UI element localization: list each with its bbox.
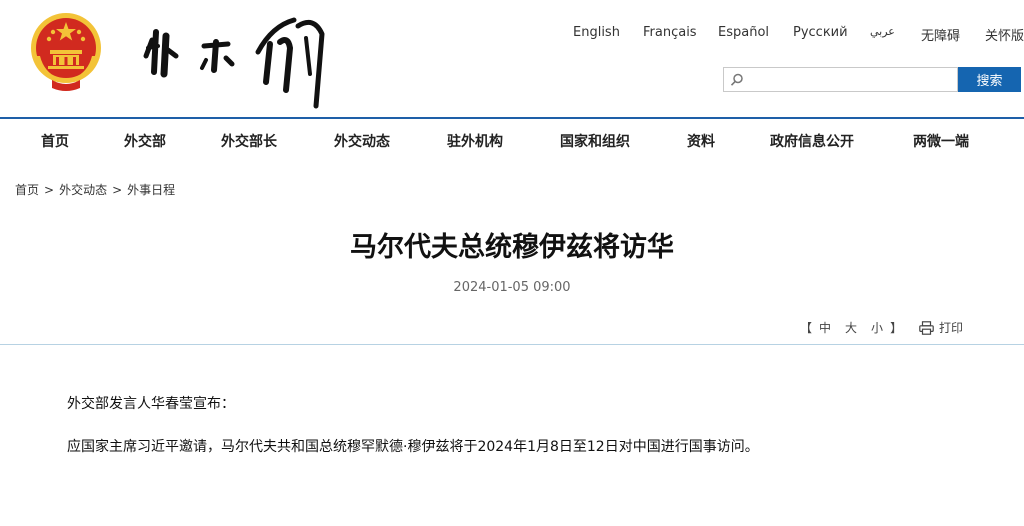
breadcrumb-diplomatic-news-link[interactable]: 外交动态 <box>59 183 107 197</box>
search-box <box>723 67 958 92</box>
elderly-care-mode-link[interactable]: 关怀版 <box>985 25 1024 44</box>
article-title: 马尔代夫总统穆伊兹将访华 <box>350 232 674 263</box>
font-size-large-button[interactable]: 大 <box>845 319 857 336</box>
font-size-medium-button[interactable]: 中 <box>819 319 831 336</box>
nav-item-social-media[interactable]: 两微一端 <box>913 131 969 151</box>
nav-item-resources[interactable]: 资料 <box>687 131 715 151</box>
search-button[interactable]: 搜索 <box>958 67 1021 92</box>
print-label: 打印 <box>939 321 964 335</box>
language-bar: English Français Español Русский عربي 无障… <box>0 25 1024 45</box>
nav-item-diplomatic-news[interactable]: 外交动态 <box>334 131 390 151</box>
nav-item-missions-abroad[interactable]: 驻外机构 <box>447 131 503 151</box>
search-bar: 搜索 <box>723 67 1021 92</box>
site-header: English Français Español Русский عربي 无障… <box>0 0 1024 118</box>
article-tools: 【中大小】 打印 <box>0 319 1024 337</box>
language-arabic-link[interactable]: عربي <box>870 25 895 38</box>
article-date: 2024-01-05 09:00 <box>453 280 571 295</box>
breadcrumb: 首页 > 外交动态 > 外事日程 <box>15 181 175 198</box>
nav-item-home[interactable]: 首页 <box>41 131 69 151</box>
article-paragraph: 外交部发言人华春莹宣布： <box>67 396 235 412</box>
breadcrumb-separator: > <box>112 183 123 197</box>
language-spanish-link[interactable]: Español <box>718 25 769 40</box>
breadcrumb-foreign-affairs-schedule-link[interactable]: 外事日程 <box>127 183 175 197</box>
main-nav: 首页 外交部 外交部长 外交动态 驻外机构 国家和组织 资料 政府信息公开 两微… <box>0 119 1024 161</box>
printer-icon <box>919 321 934 335</box>
bracket-open: 【 <box>800 321 813 335</box>
language-english-link[interactable]: English <box>573 25 620 40</box>
language-russian-link[interactable]: Русский <box>793 25 848 40</box>
breadcrumb-home-link[interactable]: 首页 <box>15 183 39 197</box>
search-input[interactable] <box>748 70 953 89</box>
article-paragraph: 应国家主席习近平邀请，马尔代夫共和国总统穆罕默德·穆伊兹将于2024年1月8日至… <box>67 439 759 455</box>
search-icon <box>730 73 743 86</box>
bracket-close: 】 <box>890 321 903 335</box>
breadcrumb-separator: > <box>44 183 55 197</box>
nav-item-countries-organizations[interactable]: 国家和组织 <box>560 131 630 151</box>
font-size-selector: 【中大小】 <box>800 319 902 336</box>
nav-item-government-information[interactable]: 政府信息公开 <box>770 131 854 151</box>
print-button[interactable]: 打印 <box>919 319 963 336</box>
national-emblem-icon[interactable] <box>28 10 104 92</box>
content-divider <box>0 344 1024 345</box>
font-size-small-button[interactable]: 小 <box>871 319 883 336</box>
nav-item-ministry[interactable]: 外交部 <box>124 131 166 151</box>
accessibility-link[interactable]: 无障碍 <box>921 25 960 44</box>
nav-item-minister[interactable]: 外交部长 <box>221 131 277 151</box>
language-french-link[interactable]: Français <box>643 25 697 40</box>
